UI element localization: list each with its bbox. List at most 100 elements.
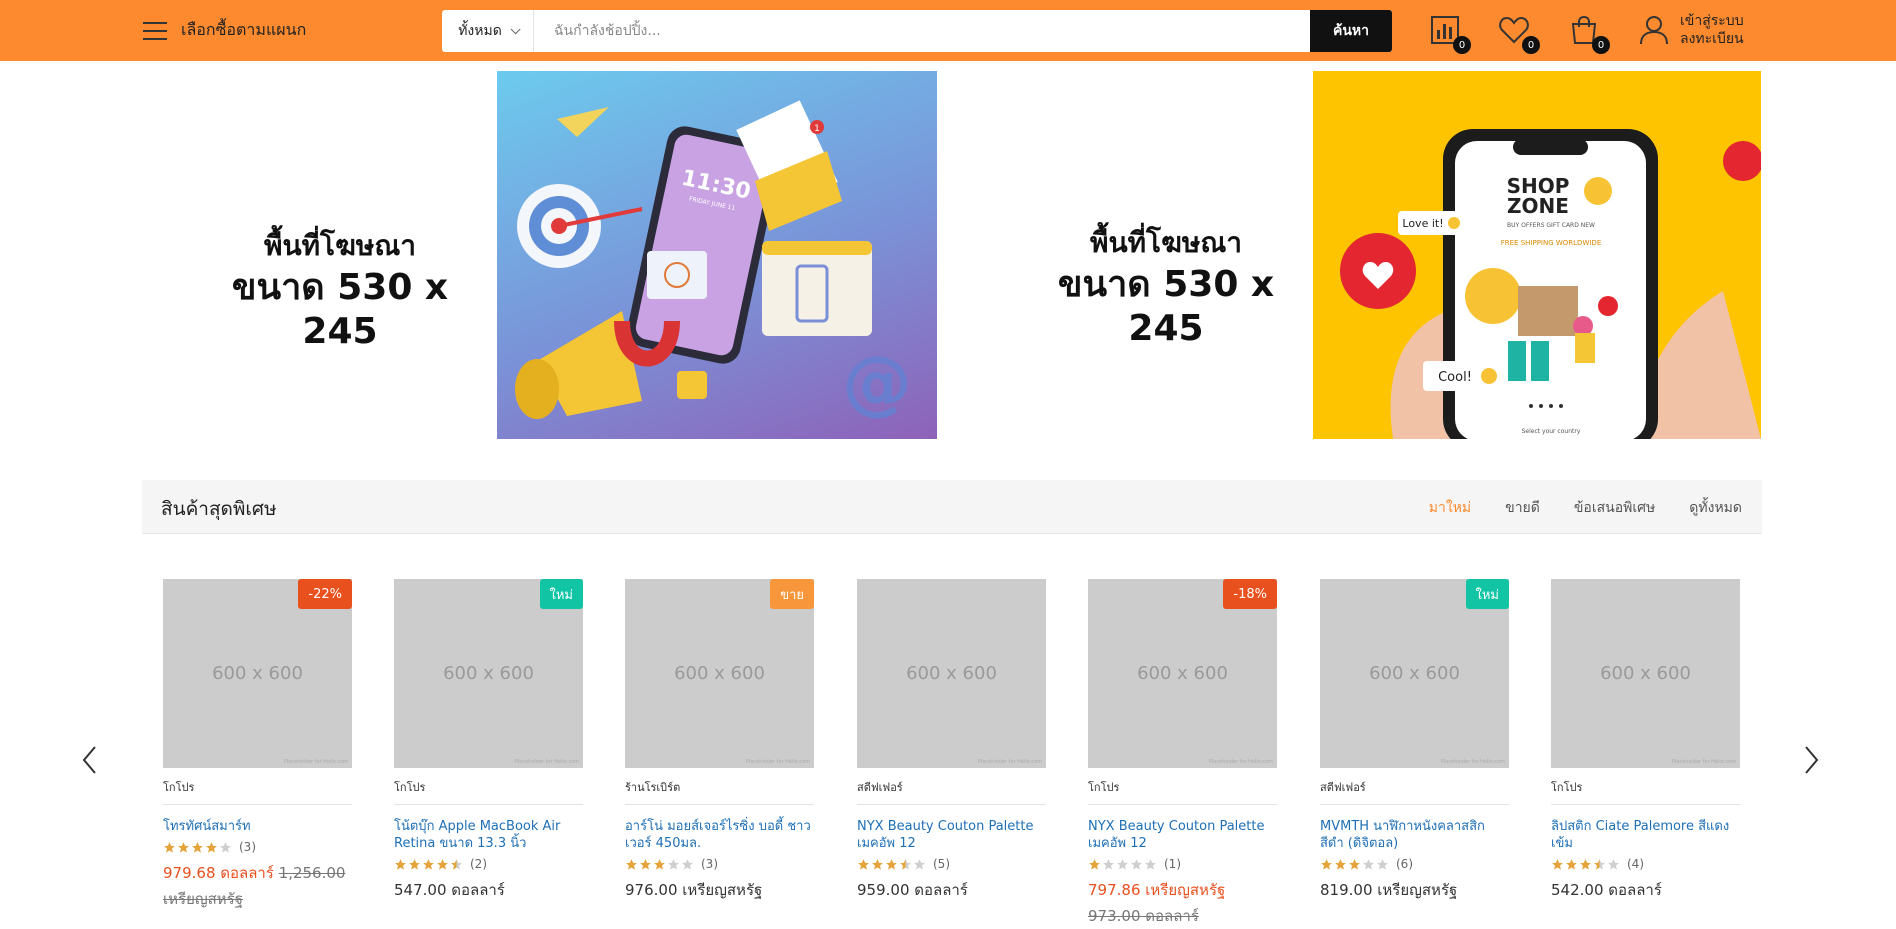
placeholder-note: Placeholder for Hello.com — [1208, 759, 1273, 765]
product-image[interactable]: 600 x 600 Placeholder for Hello.com ใหม่ — [394, 579, 583, 768]
product-title-link[interactable]: โทรทัศน์สมาร์ท — [163, 818, 352, 835]
rating-stars — [1551, 858, 1621, 871]
placeholder-label: 600 x 600 — [906, 663, 997, 684]
product-title-link[interactable]: อาร์โน่ มอยส์เจอร์ไรซิ่ง บอดี้ ชาวเวอร์ … — [625, 818, 814, 852]
product-image[interactable]: 600 x 600 Placeholder for Hello.com — [1551, 579, 1740, 768]
product-card[interactable]: 600 x 600 Placeholder for Hello.com สตีฟ… — [857, 579, 1046, 903]
product-image[interactable]: 600 x 600 Placeholder for Hello.com — [857, 579, 1046, 768]
carousel-next-button[interactable] — [1801, 745, 1821, 775]
product-image[interactable]: 600 x 600 Placeholder for Hello.com -18% — [1088, 579, 1277, 768]
shipping-text: FREE SHIPPING WORLDWIDE — [1501, 239, 1602, 247]
placeholder-label: 600 x 600 — [212, 663, 303, 684]
product-image[interactable]: 600 x 600 Placeholder for Hello.com -22% — [163, 579, 352, 768]
at-sign-icon: @ — [842, 341, 912, 423]
product-price: 542.00 ดอลลาร์ — [1551, 881, 1662, 899]
product-image[interactable]: 600 x 600 Placeholder for Hello.com ใหม่ — [1320, 579, 1509, 768]
product-card[interactable]: 600 x 600 Placeholder for Hello.com ใหม่… — [394, 579, 583, 903]
rating-stars — [1088, 858, 1158, 871]
compare-button[interactable]: 0 — [1429, 14, 1471, 54]
product-badge: ใหม่ — [539, 579, 583, 609]
product-category[interactable]: โกโปร — [163, 778, 352, 805]
product-price-block: 819.00 เหรียญสหรัฐ — [1320, 877, 1509, 903]
product-category[interactable]: โกโปร — [1551, 778, 1740, 805]
product-card[interactable]: 600 x 600 Placeholder for Hello.com ขาย … — [625, 579, 814, 903]
box-icon — [1518, 286, 1578, 336]
product-category[interactable]: สตีฟเฟอร์ — [857, 778, 1046, 805]
product-category[interactable]: สตีฟเฟอร์ — [1320, 778, 1509, 805]
review-count: (3) — [701, 857, 718, 871]
star-icon — [1321, 858, 1332, 870]
review-count: (1) — [1164, 857, 1181, 871]
product-price: 976.00 เหรียญสหรัฐ — [625, 881, 763, 899]
product-card[interactable]: 600 x 600 Placeholder for Hello.com -22%… — [163, 579, 352, 912]
star-icon — [886, 858, 897, 870]
rating-stars — [1320, 858, 1390, 871]
sale-price: 797.86 เหรียญสหรัฐ — [1088, 881, 1226, 899]
search-category-value: ทั้งหมด — [458, 23, 502, 39]
star-icon — [451, 858, 462, 870]
search-button[interactable]: ค้นหา — [1310, 10, 1392, 52]
product-rating: (6) — [1320, 857, 1509, 871]
product-card[interactable]: 600 x 600 Placeholder for Hello.com -18%… — [1088, 579, 1277, 929]
product-card[interactable]: 600 x 600 Placeholder for Hello.com โกโป… — [1551, 579, 1740, 903]
placeholder-note: Placeholder for Hello.com — [514, 759, 579, 765]
product-title-link[interactable]: โน้ตบุ๊ก Apple MacBook Air Retina ขนาด 1… — [394, 818, 583, 852]
hamburger-icon — [143, 21, 167, 40]
star-icon — [872, 858, 883, 870]
paper-plane-icon — [557, 107, 609, 137]
wishlist-button[interactable]: 0 — [1498, 14, 1540, 54]
star-icon — [1580, 858, 1591, 870]
product-badge: ใหม่ — [1465, 579, 1509, 609]
register-link[interactable]: ลงทะเบียน — [1680, 30, 1744, 48]
star-icon — [178, 841, 189, 853]
search-category-select[interactable]: ทั้งหมด — [442, 10, 534, 52]
ad-banner-marketing[interactable]: 11:30 FRIDAY JUNE 11 1 @ — [497, 71, 937, 439]
product-title-link[interactable]: MVMTH นาฬิกาหนังคลาสสิก สีดำ (ดิจิตอล) — [1320, 818, 1509, 852]
search-input[interactable] — [534, 10, 1310, 52]
wishlist-count-badge: 0 — [1522, 36, 1540, 54]
placeholder-label: 600 x 600 — [1137, 663, 1228, 684]
product-rating: (2) — [394, 857, 583, 871]
product-title-link[interactable]: NYX Beauty Couton Palette เมคอัพ 12 — [857, 818, 1046, 852]
featured-section-header: สินค้าสุดพิเศษ มาใหม่ ขายดี ข้อเสนอพิเศษ… — [142, 480, 1762, 534]
product-title-link[interactable]: NYX Beauty Couton Palette เมคอัพ 12 — [1088, 818, 1277, 852]
tab-special-offers[interactable]: ข้อเสนอพิเศษ — [1574, 497, 1655, 519]
product-price-block: 547.00 ดอลลาร์ — [394, 877, 583, 903]
star-icon — [1377, 858, 1388, 870]
emoji-icon — [1584, 177, 1612, 205]
star-icon — [1089, 858, 1100, 870]
placeholder-note: Placeholder for Hello.com — [283, 759, 348, 765]
placeholder-note: Placeholder for Hello.com — [745, 759, 810, 765]
product-category[interactable]: โกโปร — [1088, 778, 1277, 805]
carousel-prev-button[interactable] — [80, 745, 100, 775]
cart-button[interactable]: 0 — [1568, 14, 1610, 54]
tab-new-arrivals[interactable]: มาใหม่ — [1429, 497, 1471, 519]
product-image[interactable]: 600 x 600 Placeholder for Hello.com ขาย — [625, 579, 814, 768]
department-menu-label: เลือกซื้อตามแผนก — [181, 20, 307, 39]
star-icon — [1335, 858, 1346, 870]
search-bar: ทั้งหมด ค้นหา — [442, 10, 1392, 52]
product-rating: (1) — [1088, 857, 1277, 871]
ad-space-size-2: ขนาด 530 x 245 — [1057, 264, 1275, 349]
star-icon — [1594, 858, 1605, 870]
department-menu-button[interactable]: เลือกซื้อตามแผนก — [143, 18, 306, 43]
product-title-link[interactable]: ลิปสติก Ciate Palemore สีแดงเข้ม — [1551, 818, 1740, 852]
star-icon — [1608, 858, 1619, 870]
ad-banner-shop-zone[interactable]: SHOP ZONE BUY OFFERS GIFT CARD NEW FREE … — [1313, 71, 1761, 439]
tab-view-all[interactable]: ดูทั้งหมด — [1689, 497, 1742, 519]
star-icon — [1117, 858, 1128, 870]
chevron-right-icon — [1805, 746, 1819, 774]
product-category[interactable]: ร้านโรเบิร์ต — [625, 778, 814, 805]
account-link[interactable]: เข้าสู่ระบบ ลงทะเบียน — [1638, 12, 1744, 48]
product-card[interactable]: 600 x 600 Placeholder for Hello.com ใหม่… — [1320, 579, 1509, 903]
login-link[interactable]: เข้าสู่ระบบ — [1680, 12, 1744, 30]
star-icon — [914, 858, 925, 870]
ad-space-title-1: พื้นที่โฆษณา — [263, 229, 417, 262]
product-price: 959.00 ดอลลาร์ — [857, 881, 968, 899]
star-icon — [1145, 858, 1156, 870]
star-icon — [682, 858, 693, 870]
review-count: (6) — [1396, 857, 1413, 871]
product-category[interactable]: โกโปร — [394, 778, 583, 805]
tab-best-sellers[interactable]: ขายดี — [1505, 497, 1540, 519]
star-icon — [423, 858, 434, 870]
